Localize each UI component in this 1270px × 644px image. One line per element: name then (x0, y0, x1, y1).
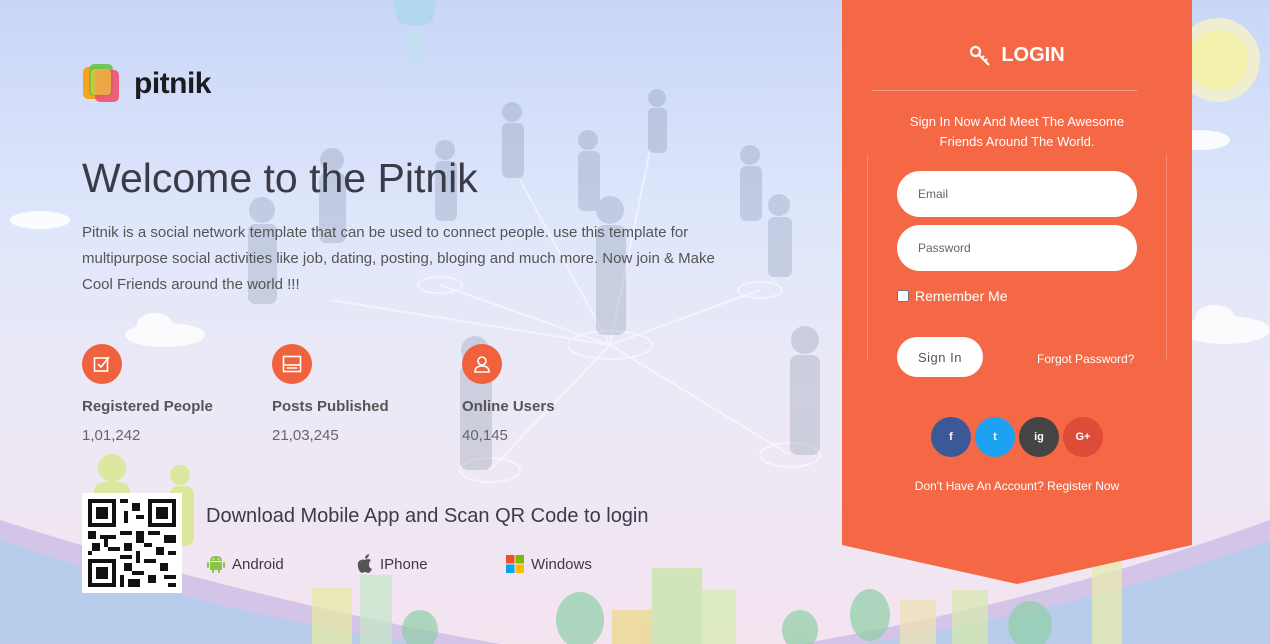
login-panel: LOGIN Sign In Now And Meet The Awesome F… (842, 0, 1192, 584)
pitnik-logo-icon (82, 64, 122, 104)
stat-value: 21,03,245 (272, 427, 339, 444)
forgot-password-link[interactable]: Forgot Password? (1037, 352, 1134, 366)
login-tagline: Sign In Now And Meet The Awesome Friends… (909, 114, 1125, 149)
iphone-label: IPhone (380, 555, 428, 573)
apple-icon (357, 554, 372, 573)
login-title: LOGIN (1001, 44, 1065, 66)
facebook-icon[interactable]: f (931, 417, 971, 457)
brand-name: pitnik (134, 67, 212, 100)
stat-label: Posts Published (272, 398, 389, 415)
remember-me-label: Remember Me (915, 288, 1008, 304)
checkbox-icon (82, 344, 122, 384)
divider (1166, 155, 1167, 360)
stat-value: 1,01,242 (82, 427, 141, 444)
windows-label: Windows (531, 555, 592, 573)
stat-registered-people: Registered People 1,01,242 (82, 344, 272, 444)
divider (872, 90, 1137, 91)
remember-me[interactable]: Remember Me (897, 288, 1008, 304)
android-label: Android (232, 555, 284, 573)
windows-icon (506, 555, 524, 573)
brand-logo[interactable]: pitnik (82, 64, 212, 104)
android-app-link[interactable]: Android (206, 554, 284, 574)
android-icon (207, 556, 225, 573)
password-field[interactable] (897, 225, 1137, 271)
document-icon (272, 344, 312, 384)
qr-code (82, 493, 182, 593)
twitter-icon[interactable]: t (975, 417, 1015, 457)
user-icon (462, 344, 502, 384)
stat-label: Online Users (462, 398, 555, 415)
stat-posts-published: Posts Published 21,03,245 (272, 344, 462, 444)
download-app-title: Download Mobile App and Scan QR Code to … (206, 505, 649, 527)
remember-me-checkbox[interactable] (897, 290, 909, 302)
windows-app-link[interactable]: Windows (505, 554, 592, 574)
stat-label: Registered People (82, 398, 213, 415)
sign-in-button[interactable]: Sign In (897, 337, 983, 377)
login-heading: LOGIN (842, 44, 1192, 67)
stat-online-users: Online Users 40,145 (462, 344, 652, 444)
register-link[interactable]: Don't Have An Account? Register Now (842, 479, 1192, 493)
stats-row: Registered People 1,01,242 Posts Publish… (82, 344, 652, 444)
hero-description: Pitnik is a social network template that… (82, 224, 715, 293)
key-icon (970, 45, 991, 66)
stat-value: 40,145 (462, 427, 508, 444)
iphone-app-link[interactable]: IPhone (356, 554, 428, 574)
google-plus-icon[interactable]: G+ (1063, 417, 1103, 457)
email-field[interactable] (897, 171, 1137, 217)
divider (867, 155, 868, 360)
page-title: Welcome to the Pitnik (82, 155, 478, 201)
instagram-icon[interactable]: ig (1019, 417, 1059, 457)
social-login-buttons: f t ig G+ (931, 417, 1103, 457)
